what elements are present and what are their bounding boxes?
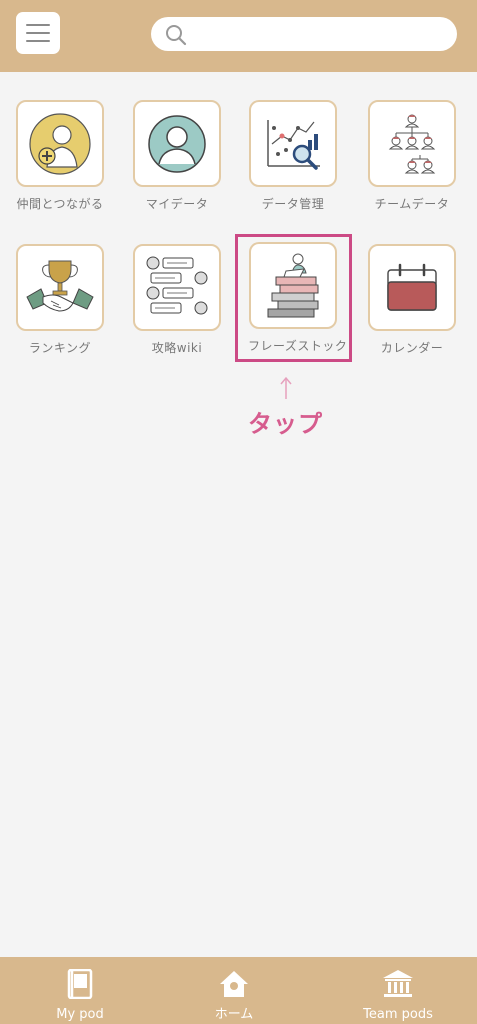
tap-highlight-box bbox=[235, 234, 352, 362]
tile-label: チームデータ bbox=[374, 197, 450, 211]
tile-label: マイデータ bbox=[145, 197, 209, 211]
calendar-icon bbox=[387, 263, 437, 311]
tile-icon-box[interactable] bbox=[133, 100, 221, 187]
tile-team-data[interactable]: チームデータ bbox=[367, 100, 457, 212]
tile-icon-box[interactable] bbox=[368, 244, 456, 331]
chat-list-icon bbox=[146, 256, 208, 314]
tile-icon-box[interactable] bbox=[368, 100, 456, 187]
tile-ranking[interactable]: ランキング bbox=[15, 244, 105, 356]
tile-icon-box[interactable] bbox=[249, 100, 337, 187]
tile-label: ランキング bbox=[28, 341, 92, 355]
menu-line bbox=[26, 24, 50, 26]
profile-icon bbox=[148, 114, 206, 173]
nav-my-pod[interactable]: My pod bbox=[40, 957, 120, 1024]
building-icon bbox=[383, 970, 413, 997]
add-friend-icon bbox=[29, 112, 91, 175]
search-input[interactable] bbox=[151, 17, 457, 51]
tile-icon-box[interactable] bbox=[16, 100, 104, 187]
team-hierarchy-icon bbox=[388, 114, 436, 173]
nav-label: Team pods bbox=[363, 1007, 433, 1022]
trophy-handshake-icon bbox=[26, 260, 94, 312]
app-header bbox=[0, 0, 477, 72]
bottom-navigation: My pod ホーム Team pods bbox=[0, 957, 477, 1024]
up-arrow-icon bbox=[280, 376, 292, 399]
hamburger-menu-button[interactable] bbox=[16, 12, 60, 54]
tile-calendar[interactable]: カレンダー bbox=[367, 244, 457, 356]
tile-icon-box[interactable] bbox=[133, 244, 221, 331]
nav-team-pods[interactable]: Team pods bbox=[358, 957, 438, 1024]
tile-label: 仲間とつながる bbox=[16, 197, 104, 211]
nav-label: ホーム bbox=[214, 1007, 254, 1022]
tile-my-data[interactable]: マイデータ bbox=[132, 100, 222, 212]
tile-icon-box[interactable] bbox=[16, 244, 104, 331]
menu-line bbox=[26, 40, 50, 42]
tap-instruction: タップ bbox=[248, 410, 323, 438]
tile-find-friends[interactable]: 仲間とつながる bbox=[15, 100, 105, 212]
nav-home[interactable]: ホーム bbox=[194, 957, 274, 1024]
home-icon bbox=[220, 971, 248, 997]
search-icon bbox=[166, 25, 187, 46]
menu-line bbox=[26, 32, 50, 34]
tile-label: 攻略wiki bbox=[151, 341, 203, 355]
nav-label: My pod bbox=[56, 1007, 104, 1022]
tile-strategy-wiki[interactable]: 攻略wiki bbox=[132, 244, 222, 356]
notebook-icon bbox=[67, 969, 93, 999]
tile-label: カレンダー bbox=[380, 341, 444, 355]
tile-data-management[interactable]: データ管理 bbox=[248, 100, 338, 212]
data-analysis-icon bbox=[267, 119, 320, 170]
tile-label: データ管理 bbox=[261, 197, 325, 211]
